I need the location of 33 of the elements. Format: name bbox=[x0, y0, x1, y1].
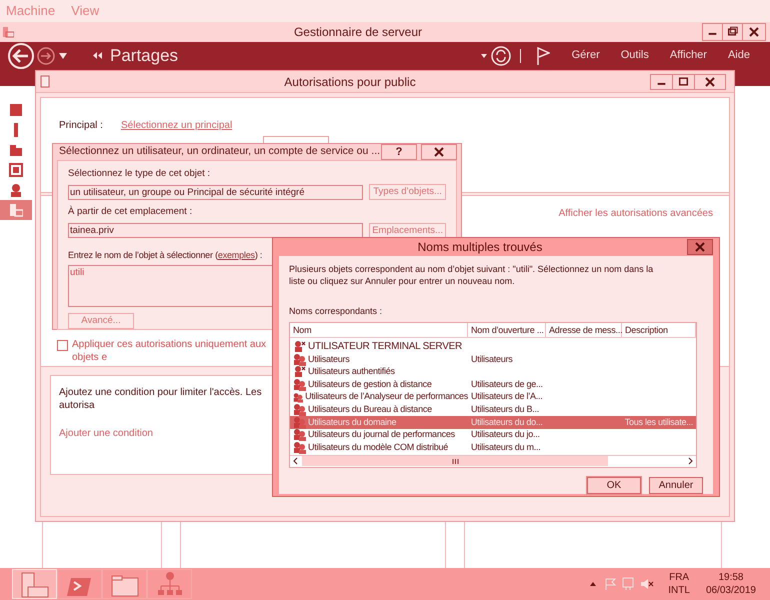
field-label: À partir de cet emplacement : bbox=[68, 205, 194, 220]
table-cell: Utilisateurs de ge... bbox=[471, 378, 543, 389]
field-label: Entrez le nom de l’objet à sélectionner (exemples) : bbox=[68, 248, 262, 262]
page-title: Partages bbox=[110, 46, 178, 64]
row-name: UTILISATEUR TERMINAL SERVER bbox=[308, 340, 462, 354]
condition-text: Ajoutez une condition pour limiter l'accès. Les autorisa bbox=[59, 386, 263, 412]
layout-text: INTL bbox=[668, 584, 690, 597]
time-text: 19:58 bbox=[718, 571, 744, 584]
row-name: Utilisateurs de l’Analyseur de performances bbox=[305, 390, 468, 404]
row-name: Utilisateurs du domaine bbox=[308, 416, 396, 429]
table-cell: Utilisateurs du jo... bbox=[471, 429, 540, 440]
checkbox-label: Appliquer ces autorisations uniquement aux objets e bbox=[72, 338, 267, 364]
row-name: Utilisateurs du modèle COM distribué bbox=[308, 440, 448, 454]
language-text: FRA bbox=[669, 571, 690, 584]
row-name: Utilisateurs du journal de performances bbox=[308, 428, 455, 442]
row-name: Utilisateurs du Bureau à distance bbox=[308, 403, 432, 416]
field-label: Principal : bbox=[59, 119, 104, 133]
window-title: Gestionnaire de serveur bbox=[292, 24, 424, 41]
field-label: Sélectionnez le type de cet objet : bbox=[68, 167, 212, 181]
table-cell: Tous les utilisate... bbox=[624, 416, 694, 427]
date-text: 06/03/2019 bbox=[706, 584, 756, 597]
window-title: Autorisations pour public bbox=[283, 74, 417, 90]
row-name: Utilisateurs de gestion à distance bbox=[308, 378, 432, 391]
table-cell: Utilisateurs bbox=[471, 354, 513, 364]
list-label: Noms correspondants : bbox=[289, 305, 384, 318]
table-cell: Utilisateurs du m... bbox=[471, 442, 541, 452]
table-cell: Utilisateurs du do... bbox=[470, 416, 543, 427]
table-cell: Utilisateurs du B... bbox=[471, 404, 540, 414]
window-title: Noms multiples trouvés bbox=[416, 239, 544, 256]
row-name: Utilisateurs authentifiés bbox=[308, 365, 395, 378]
row-name: Utilisateurs bbox=[308, 352, 350, 366]
window-title: Sélectionnez un utilisateur, un ordinateur, un compte de service ou ... bbox=[59, 144, 381, 160]
table-cell: Utilisateurs de l’A... bbox=[471, 391, 543, 402]
